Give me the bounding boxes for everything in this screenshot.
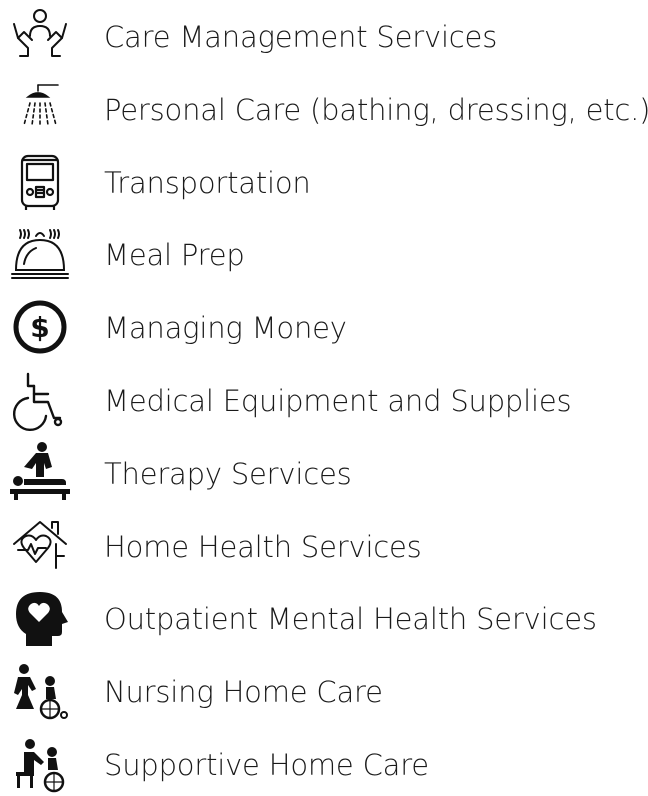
service-item-personal-care: Personal Care (bathing, dressing, etc.) xyxy=(0,77,648,141)
bus-icon xyxy=(8,150,72,214)
service-label: Supportive Home Care xyxy=(104,748,429,782)
shower-icon xyxy=(8,77,72,141)
service-label: Medical Equipment and Supplies xyxy=(104,384,572,418)
massage-therapy-icon xyxy=(8,441,72,505)
service-item-home-health: Home Health Services xyxy=(0,514,648,578)
service-item-therapy-services: Therapy Services xyxy=(0,441,648,505)
service-item-supportive-home-care: Supportive Home Care xyxy=(0,732,648,796)
service-label: Managing Money xyxy=(104,311,347,345)
service-label: Care Management Services xyxy=(104,20,498,54)
service-item-nursing-home-care: Nursing Home Care xyxy=(0,659,648,723)
service-label: Therapy Services xyxy=(104,457,352,491)
service-label: Transportation xyxy=(104,166,311,200)
services-list: Care Management Services Personal Care (… xyxy=(0,0,648,793)
service-item-meal-prep: Meal Prep xyxy=(0,222,648,286)
house-heartbeat-icon xyxy=(8,514,72,578)
service-item-care-management: Care Management Services xyxy=(0,4,648,68)
wheelchair-icon xyxy=(8,368,72,432)
service-item-transportation: Transportation xyxy=(0,150,648,214)
service-label: Outpatient Mental Health Services xyxy=(104,602,597,636)
serving-cloche-icon xyxy=(8,222,72,286)
care-hands-icon xyxy=(8,4,72,68)
caregiver-assist-icon xyxy=(8,732,72,796)
service-item-managing-money: $ Managing Money xyxy=(0,295,648,359)
caregiver-wheelchair-icon xyxy=(8,659,72,723)
dollar-coin-icon: $ xyxy=(8,295,72,359)
service-label: Nursing Home Care xyxy=(104,675,383,709)
service-item-medical-equipment: Medical Equipment and Supplies xyxy=(0,368,648,432)
svg-text:$: $ xyxy=(30,311,49,344)
service-label: Personal Care (bathing, dressing, etc.) xyxy=(104,93,648,127)
service-label: Meal Prep xyxy=(104,238,245,272)
service-item-outpatient-mental-health: Outpatient Mental Health Services xyxy=(0,586,648,650)
head-heart-icon xyxy=(8,586,72,650)
service-label: Home Health Services xyxy=(104,530,422,564)
